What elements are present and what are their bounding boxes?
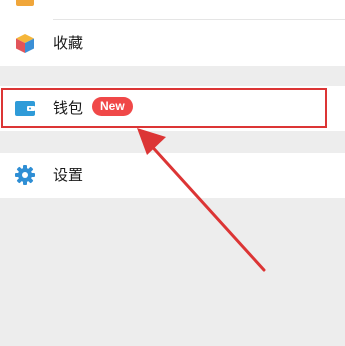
annotation-highlight-box: [1, 88, 327, 128]
menu-item-favorites[interactable]: 收藏: [0, 21, 345, 65]
menu-item-album-label: 相册: [53, 0, 83, 3]
photo-album-icon: [16, 0, 34, 6]
row-divider: [53, 19, 345, 20]
menu-item-favorites-label: 收藏: [53, 34, 84, 52]
menu-group-settings: 设置: [0, 153, 345, 198]
menu-item-album[interactable]: 相册: [0, 0, 345, 12]
cube-icon: [16, 34, 34, 53]
menu-group-media: 相册 收藏: [0, 0, 345, 66]
menu-item-settings-label: 设置: [53, 166, 84, 184]
menu-item-settings[interactable]: 设置: [0, 153, 345, 198]
gear-icon: [15, 165, 35, 185]
